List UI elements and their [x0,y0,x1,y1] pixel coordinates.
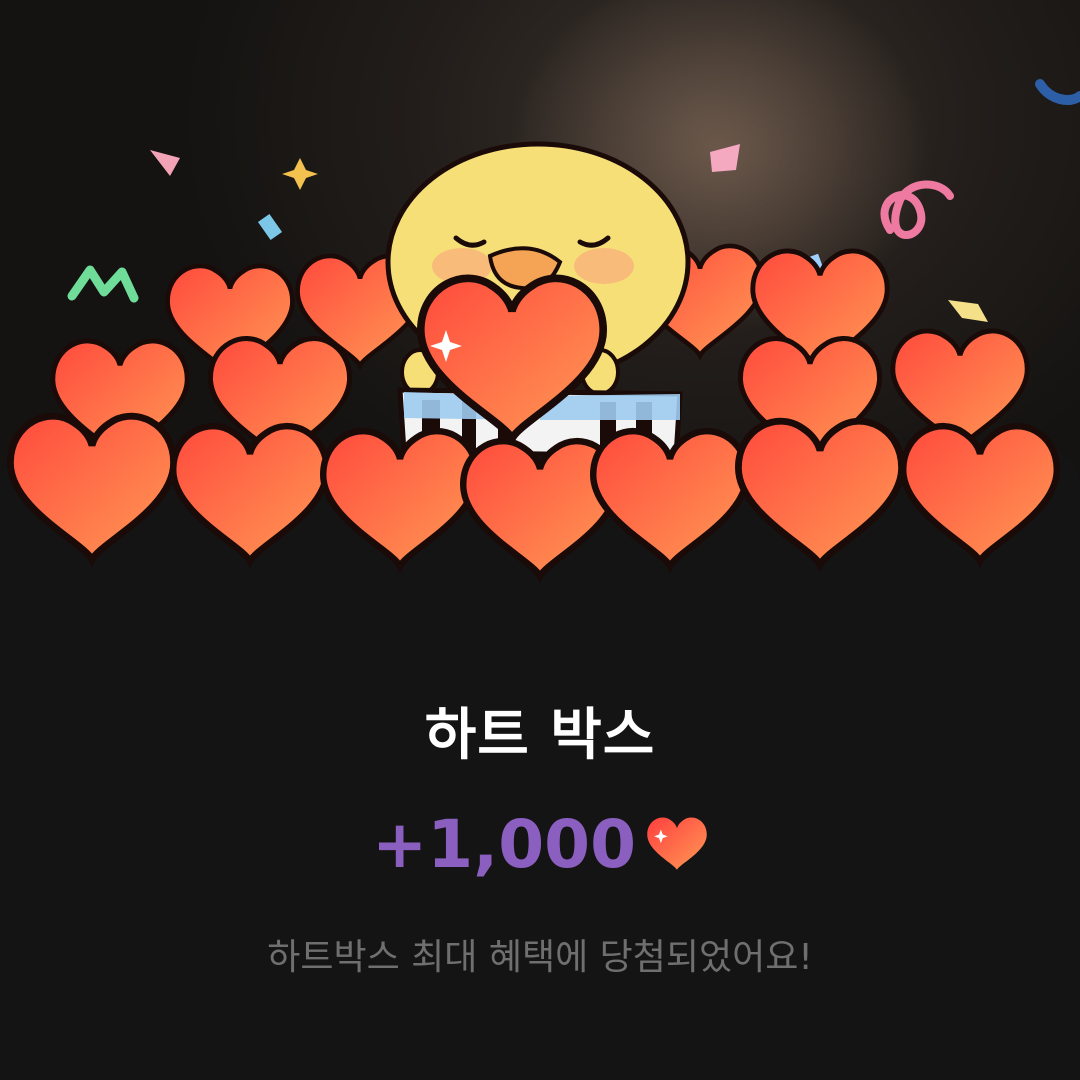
heart-box-illustration [0,79,1080,640]
dialog-message: 하트박스 최대 혜택에 당첨되었어요! [267,937,813,978]
dialog-title: 하트 박스 [424,703,656,768]
reward-amount-row: +1,000 [0,806,1080,883]
heart-icon [647,817,707,870]
reward-amount: +1,000 [371,806,637,883]
